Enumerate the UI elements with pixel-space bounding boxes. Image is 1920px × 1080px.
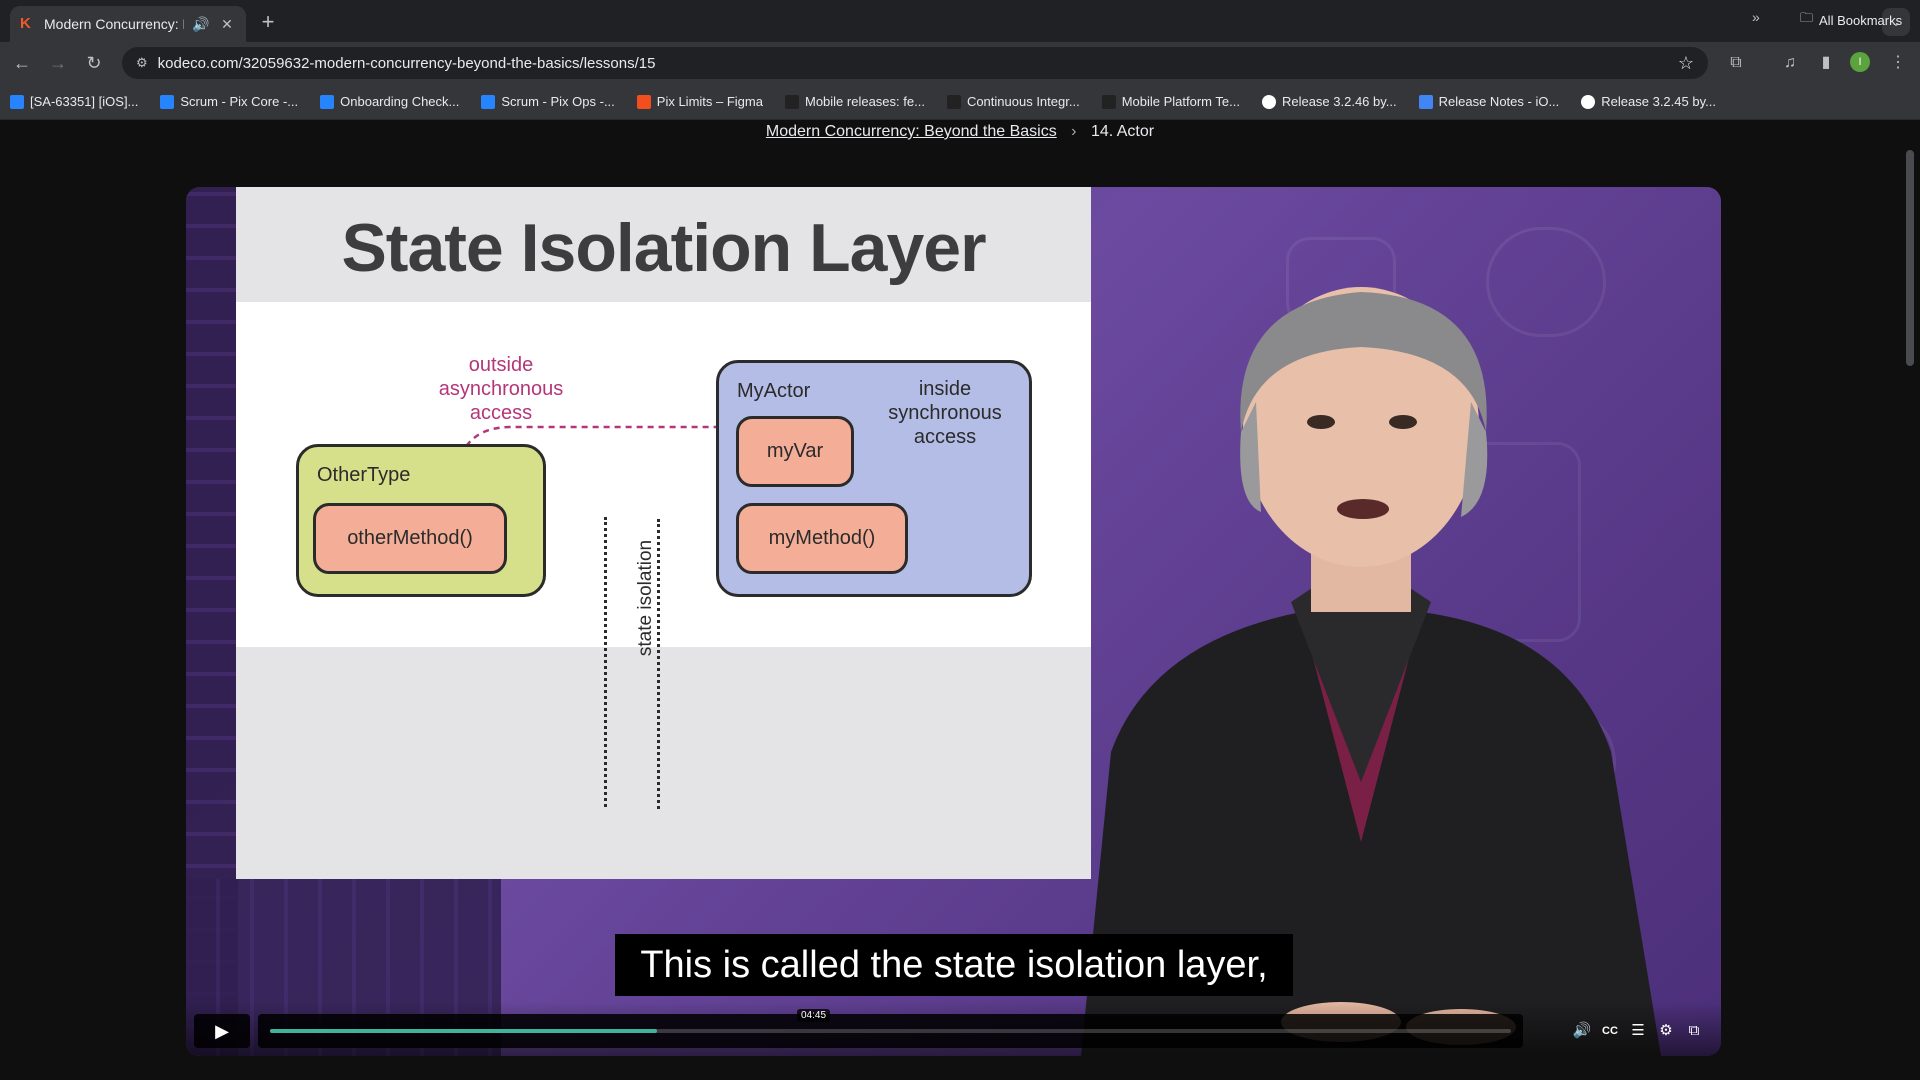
address-bar[interactable]: ⚙ kodeco.com/32059632-modern-concurrency… [122,47,1708,79]
menu-kebab-icon[interactable]: ⋮ [1884,49,1912,77]
bookmark-item[interactable]: Mobile releases: fe... [784,94,925,109]
progress-bar[interactable]: 04:45 [258,1009,1523,1048]
kodeco-favicon-icon: K [20,15,31,32]
page-scrollbar[interactable] [1906,150,1914,366]
bookmarks-overflow-icon[interactable]: » [1752,9,1760,25]
rw-icon [784,94,799,109]
bookmark-label: Onboarding Check... [340,94,460,109]
outside-access-label: outside asynchronous access [426,353,576,425]
bookmark-label: Release 3.2.45 by... [1601,94,1716,109]
outside-label-line: access [469,402,533,424]
lecture-slide: State Isolation Layer state isolation ou… [236,187,1091,879]
bookmark-star-icon[interactable]: ☆ [1678,53,1694,74]
picture-in-picture-icon[interactable]: ⧉ [1683,1021,1705,1041]
side-panel-icon[interactable]: ▮ [1812,49,1840,77]
confluence-icon [320,94,335,109]
profile-avatar[interactable]: I [1850,52,1870,72]
rw-icon [946,94,961,109]
jira-icon [160,94,175,109]
bookmarks-bar: [SA-63351] [iOS]... Scrum - Pix Core -...… [0,84,1920,120]
bookmark-item[interactable]: Mobile Platform Te... [1101,94,1240,109]
tab-strip: K Modern Concurrency: Beyond the Basics … [0,0,1920,42]
folder-icon: 🗀 [1800,10,1814,25]
chevron-right-icon: › [1071,123,1077,140]
progress-track[interactable] [270,1029,1511,1033]
volume-icon[interactable]: 🔊 [1571,1021,1593,1041]
outside-label-line: outside [468,354,534,376]
site-info-icon[interactable]: ⚙ [136,55,148,71]
bookmark-item[interactable]: Continuous Integr... [946,94,1080,109]
transcript-icon[interactable]: ☰ [1627,1021,1649,1041]
inside-label-line: inside [918,378,972,400]
settings-gear-icon[interactable]: ⚙ [1655,1021,1677,1041]
inside-label-line: access [913,426,977,448]
isolation-line-right [657,519,660,809]
tab-active[interactable]: K Modern Concurrency: Beyond the Basics … [10,6,246,42]
bookmark-item[interactable]: [SA-63351] [iOS]... [10,94,138,109]
othertype-label: OtherType [317,464,411,486]
tab-title: Modern Concurrency: Beyond the Basics [44,16,184,32]
jira-icon [481,94,496,109]
media-controls-icon[interactable]: ♫ [1776,49,1804,77]
myactor-label: MyActor [737,380,811,402]
lesson-page: Modern Concurrency: Beyond the Basics › … [0,120,1920,1080]
bookmark-label: Release 3.2.46 by... [1281,94,1397,109]
bookmark-label: Continuous Integr... [966,94,1080,109]
play-button[interactable]: ▶ [194,1014,250,1048]
figma-icon [636,94,651,109]
breadcrumb: Modern Concurrency: Beyond the Basics › … [0,123,1920,141]
url-text[interactable]: kodeco.com/32059632-modern-concurrency-b… [158,55,1668,72]
bookmark-label: Scrum - Pix Core -... [180,94,299,109]
browser-toolbar: ← → ↻ ⚙ kodeco.com/32059632-modern-concu… [0,42,1920,84]
bookmark-label: Pix Limits – Figma [656,94,763,109]
docs-icon [1418,94,1433,109]
bookmark-label: Mobile Platform Te... [1121,94,1240,109]
hover-time-tooltip: 04:45 [797,1009,831,1022]
extensions-icon[interactable]: ⧉ [1722,49,1750,77]
othermethod-pill: otherMethod() [313,503,507,574]
bookmark-item[interactable]: Release 3.2.46 by... [1261,94,1397,109]
isolation-label: state isolation [635,539,656,657]
speaker-icon[interactable]: 🔊 [192,16,210,33]
outside-label-line: asynchronous [438,378,564,400]
breadcrumb-course-link[interactable]: Modern Concurrency: Beyond the Basics [766,123,1057,140]
all-bookmarks-label: All Bookmarks [1819,12,1903,28]
rw-icon [1101,94,1116,109]
inside-label-line: synchronous [888,402,1002,424]
bookmark-item[interactable]: Onboarding Check... [320,94,459,109]
video-caption: This is called the state isolation layer… [615,934,1293,996]
inside-access-label: inside synchronous access [870,377,1020,449]
github-icon [1261,94,1276,109]
bookmark-label: Scrum - Pix Ops -... [501,94,615,109]
reload-icon[interactable]: ↻ [80,49,108,77]
breadcrumb-lesson: 14. Actor [1090,123,1155,140]
video-controls: ▶ 04:45 🔊 CC ☰ ⚙ ⧉ [186,1002,1721,1056]
closed-captions-icon[interactable]: CC [1599,1021,1621,1041]
myvar-pill: myVar [736,416,854,487]
back-arrow-icon[interactable]: ← [8,49,36,77]
bookmark-item[interactable]: Scrum - Pix Core -... [160,94,298,109]
slide-title: State Isolation Layer [341,210,986,286]
progress-fill [270,1029,658,1033]
new-tab-button[interactable]: + [254,9,282,37]
jira-icon [10,94,24,109]
all-bookmarks-button[interactable]: 🗀 All Bookmarks [1800,9,1902,31]
forward-arrow-icon[interactable]: → [44,49,72,77]
isolation-line-left [604,517,607,807]
close-icon[interactable]: ✕ [218,16,236,33]
bookmark-item[interactable]: Pix Limits – Figma [636,94,763,109]
bookmark-item[interactable]: Release 3.2.45 by... [1581,94,1716,109]
bookmark-item[interactable]: Scrum - Pix Ops -... [481,94,615,109]
bookmark-item[interactable]: Release Notes - iO... [1418,94,1560,109]
mymethod-pill: myMethod() [736,503,908,574]
bookmark-label: Release Notes - iO... [1438,94,1560,109]
bookmark-label: [SA-63351] [iOS]... [30,94,139,109]
video-player[interactable]: State Isolation Layer state isolation ou… [186,187,1721,1056]
bookmark-label: Mobile releases: fe... [804,94,925,109]
github-icon [1581,94,1596,109]
